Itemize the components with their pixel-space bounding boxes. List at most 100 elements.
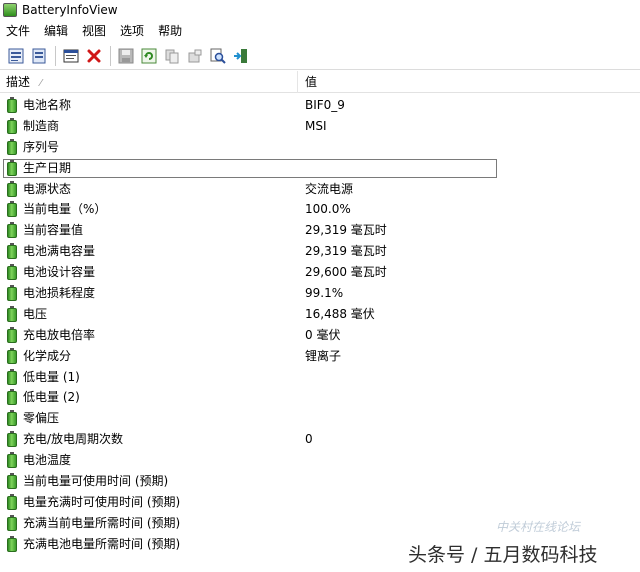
table-row[interactable]: 序列号 — [0, 137, 640, 158]
table-row[interactable]: 电池设计容量 29,600 毫瓦时 — [0, 262, 640, 283]
column-header-description[interactable]: 描述 ⁄ — [0, 71, 298, 93]
menu-options[interactable]: 选项 — [113, 20, 151, 42]
table-row[interactable]: 电量充满时可使用时间 (预期) — [0, 492, 640, 513]
properties-icon — [63, 49, 79, 62]
exit-button[interactable] — [231, 46, 251, 66]
row-description: 低电量 (1) — [23, 369, 80, 384]
battery-icon — [7, 285, 17, 302]
find-button[interactable] — [208, 46, 228, 66]
html-report-all-button[interactable] — [6, 46, 26, 66]
table-row[interactable]: 电池名称 BIF0_9 — [0, 95, 640, 116]
row-description: 电池满电容量 — [23, 244, 96, 259]
table-row-focused[interactable]: 生产日期 — [0, 158, 640, 179]
toolbar — [0, 42, 640, 70]
row-value: BIF0_9 — [305, 98, 345, 112]
options-icon — [188, 49, 202, 62]
battery-icon — [7, 535, 17, 552]
table-row[interactable]: 电池损耗程度 99.1% — [0, 283, 640, 304]
table-row[interactable]: 低电量 (2) — [0, 387, 640, 408]
menu-view[interactable]: 视图 — [75, 20, 113, 42]
menu-bar: 文件 编辑 视图 选项 帮助 — [0, 20, 640, 42]
column-header-value[interactable]: 值 — [299, 71, 640, 93]
row-description: 当前电量可使用时间 (预期) — [23, 474, 169, 489]
row-description: 电源状态 — [23, 181, 72, 196]
table-row[interactable]: 当前容量值 29,319 毫瓦时 — [0, 220, 640, 241]
sort-ascending-icon: ⁄ — [40, 78, 42, 89]
copy-icon — [165, 49, 179, 63]
row-description: 制造商 — [23, 118, 60, 133]
row-description: 充满当前电量所需时间 (预期) — [23, 515, 181, 530]
battery-icon — [7, 180, 17, 197]
refresh-icon — [141, 48, 157, 63]
battery-icon — [7, 97, 17, 113]
battery-icon — [7, 473, 17, 490]
battery-icon — [7, 368, 17, 385]
table-row[interactable]: 当前电量（%） 100.0% — [0, 199, 640, 220]
row-description: 电池温度 — [23, 453, 72, 468]
battery-icon — [7, 305, 17, 322]
battery-icon — [7, 431, 17, 448]
table-row[interactable]: 充电/放电周期次数 0 — [0, 429, 640, 450]
row-value: 29,600 毫瓦时 — [305, 265, 387, 280]
html-report-selected-button[interactable] — [29, 46, 49, 66]
table-row[interactable]: 化学成分 锂离子 — [0, 346, 640, 367]
row-value: 16,488 毫伏 — [305, 306, 375, 321]
row-value: MSI — [305, 118, 327, 133]
row-description: 序列号 — [23, 139, 60, 154]
menu-edit[interactable]: 编辑 — [37, 20, 75, 42]
row-description: 电池设计容量 — [23, 265, 96, 280]
row-description: 生产日期 — [23, 160, 72, 175]
battery-icon — [7, 326, 17, 343]
battery-icon — [7, 117, 17, 134]
list-rows: 电池名称 BIF0_9 制造商 MSI 序列号 生产日期 电源状态 交流电源 当前电量… — [0, 95, 640, 555]
battery-icon — [7, 138, 17, 155]
column-header-description-label: 描述 — [6, 75, 31, 89]
row-value: 29,319 毫瓦时 — [305, 223, 387, 238]
properties-button[interactable] — [61, 46, 81, 66]
row-value: 100.0% — [305, 202, 351, 217]
battery-icon — [7, 243, 17, 260]
delete-icon — [87, 49, 101, 62]
toolbar-separator — [55, 45, 56, 66]
refresh-button[interactable] — [139, 46, 159, 66]
battery-info-list[interactable]: 描述 ⁄ 值 电池名称 BIF0_9 制造商 MSI 序列号 生产日期 电源状态 交流电… — [0, 71, 640, 572]
row-description: 当前容量值 — [23, 223, 84, 238]
table-row[interactable]: 电池满电容量 29,319 毫瓦时 — [0, 241, 640, 262]
toolbar-separator — [110, 45, 111, 66]
row-description: 当前电量（%） — [23, 202, 107, 217]
battery-icon — [7, 514, 17, 531]
focus-rectangle — [3, 158, 497, 178]
window-title: BatteryInfoView — [22, 3, 118, 17]
row-description: 化学成分 — [23, 348, 72, 363]
menu-help[interactable]: 帮助 — [151, 20, 189, 42]
table-row[interactable]: 零偏压 — [0, 408, 640, 429]
save-button[interactable] — [116, 46, 136, 66]
copy-button[interactable] — [162, 46, 182, 66]
row-value: 0 — [305, 432, 313, 447]
menu-file[interactable]: 文件 — [0, 20, 37, 42]
row-description: 充满电池电量所需时间 (预期) — [23, 536, 181, 551]
title-bar: BatteryInfoView — [0, 0, 640, 20]
delete-button[interactable] — [84, 46, 104, 66]
table-row[interactable]: 电池温度 — [0, 450, 640, 471]
battery-icon — [7, 389, 17, 406]
row-value: 0 毫伏 — [305, 327, 341, 342]
row-description: 零偏压 — [23, 411, 60, 426]
battery-icon — [7, 159, 17, 176]
html-report-all-icon — [8, 48, 24, 63]
table-row[interactable]: 充电放电倍率 0 毫伏 — [0, 325, 640, 346]
row-description: 电池名称 — [23, 98, 72, 112]
table-row[interactable]: 电源状态 交流电源 — [0, 179, 640, 200]
row-description: 充电放电倍率 — [23, 327, 96, 342]
table-row[interactable]: 电压 16,488 毫伏 — [0, 304, 640, 325]
table-row[interactable]: 当前电量可使用时间 (预期) — [0, 471, 640, 492]
row-value: 锂离子 — [305, 348, 342, 363]
save-icon — [118, 48, 134, 63]
battery-icon — [7, 493, 17, 510]
html-report-selected-icon — [32, 48, 46, 63]
row-description: 充电/放电周期次数 — [23, 432, 124, 447]
table-row[interactable]: 制造商 MSI — [0, 116, 640, 137]
table-row[interactable]: 低电量 (1) — [0, 367, 640, 388]
options-button[interactable] — [185, 46, 205, 66]
row-value: 99.1% — [305, 286, 344, 301]
